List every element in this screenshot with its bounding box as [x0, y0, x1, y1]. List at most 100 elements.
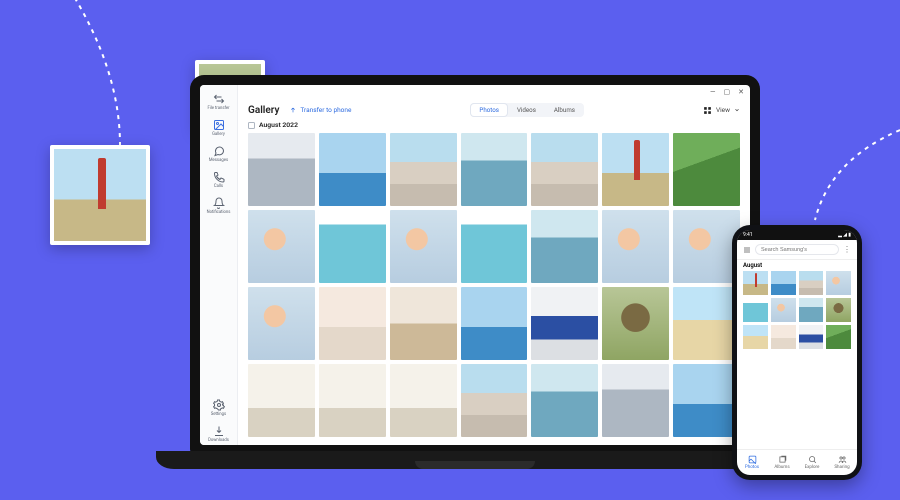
nav-albums[interactable]: Albums — [767, 450, 797, 475]
photo-thumbnail[interactable] — [531, 210, 598, 283]
photo-thumbnail[interactable] — [390, 287, 457, 360]
sidebar-item-filetransfer[interactable]: File transfer — [200, 91, 237, 113]
sidebar-item-gallery[interactable]: Gallery — [200, 117, 237, 139]
photo-thumbnail[interactable] — [461, 210, 528, 283]
tab-albums[interactable]: Albums — [546, 104, 583, 116]
view-label: View — [716, 106, 730, 114]
photo-thumbnail[interactable] — [531, 364, 598, 437]
gallery-icon — [213, 119, 225, 131]
sidebar-item-downloads[interactable]: Downloads — [200, 423, 237, 445]
sidebar-item-notifications[interactable]: Notifications — [200, 195, 237, 217]
sidebar-item-label: Calls — [214, 184, 223, 189]
photo-thumbnail[interactable] — [461, 364, 528, 437]
phone-device: 9:41 ▂ ◢ ▮ ⋮ August Photos Albums Explor… — [732, 225, 862, 480]
transfer-to-phone-button[interactable]: Transfer to phone — [289, 106, 351, 114]
download-icon — [213, 425, 225, 437]
swap-icon — [213, 93, 225, 105]
photo-thumbnail[interactable] — [248, 133, 315, 206]
window-close-button[interactable]: ✕ — [738, 88, 744, 96]
phone-photo-thumbnail[interactable] — [743, 298, 768, 322]
photo-thumbnail[interactable] — [319, 287, 386, 360]
phone-photo-thumbnail[interactable] — [771, 325, 796, 349]
photo-thumbnail[interactable] — [673, 133, 740, 206]
photo-thumbnail[interactable] — [602, 287, 669, 360]
bell-icon — [213, 197, 225, 209]
photo-thumbnail[interactable] — [390, 210, 457, 283]
photo-grid — [238, 133, 750, 445]
sidebar-item-calls[interactable]: Calls — [200, 169, 237, 191]
photo-thumbnail[interactable] — [390, 133, 457, 206]
app-sidebar: File transfer Gallery Messages Calls Not… — [200, 85, 238, 445]
phone-bottom-nav: Photos Albums Explore Sharing — [737, 449, 857, 475]
nav-explore[interactable]: Explore — [797, 450, 827, 475]
tab-videos[interactable]: Videos — [509, 104, 544, 116]
window-minimize-button[interactable]: — — [710, 88, 715, 96]
phone-photo-thumbnail[interactable] — [826, 325, 851, 349]
status-time: 9:41 — [743, 232, 753, 238]
sidebar-item-label: Settings — [211, 412, 226, 417]
transfer-label: Transfer to phone — [300, 106, 351, 114]
phone-screen: 9:41 ▂ ◢ ▮ ⋮ August Photos Albums Explor… — [737, 230, 857, 475]
phone-status-bar: 9:41 ▂ ◢ ▮ — [737, 230, 857, 240]
search-input[interactable] — [755, 244, 839, 255]
gallery-tabs: Photos Videos Albums — [470, 103, 584, 117]
phone-photo-thumbnail[interactable] — [799, 325, 824, 349]
photo-thumbnail[interactable] — [461, 287, 528, 360]
albums-icon — [778, 455, 787, 464]
photo-thumbnail[interactable] — [673, 287, 740, 360]
phone-photo-thumbnail[interactable] — [799, 298, 824, 322]
nav-photos[interactable]: Photos — [737, 450, 767, 475]
phone-photo-thumbnail[interactable] — [826, 271, 851, 295]
month-label: August 2022 — [259, 121, 298, 129]
photo-thumbnail[interactable] — [602, 210, 669, 283]
phone-photo-thumbnail[interactable] — [743, 325, 768, 349]
phone-search-bar: ⋮ — [737, 240, 857, 260]
gear-icon — [213, 399, 225, 411]
photo-thumbnail[interactable] — [319, 133, 386, 206]
tab-photos[interactable]: Photos — [471, 104, 507, 116]
phone-photo-grid — [737, 271, 857, 449]
phone-photo-thumbnail[interactable] — [743, 271, 768, 295]
nav-label: Sharing — [834, 465, 849, 470]
photo-thumbnail[interactable] — [602, 364, 669, 437]
photo-thumbnail[interactable] — [390, 364, 457, 437]
window-maximize-button[interactable]: ▢ — [724, 88, 731, 96]
sidebar-item-messages[interactable]: Messages — [200, 143, 237, 165]
photo-thumbnail[interactable] — [602, 133, 669, 206]
photo-thumbnail[interactable] — [673, 364, 740, 437]
phone-photo-thumbnail[interactable] — [826, 298, 851, 322]
photo-thumbnail[interactable] — [248, 210, 315, 283]
nav-sharing[interactable]: Sharing — [827, 450, 857, 475]
window-titlebar: — ▢ ✕ — [238, 85, 750, 99]
photos-icon — [748, 455, 757, 464]
laptop-device: File transfer Gallery Messages Calls Not… — [190, 75, 760, 455]
sidebar-item-label: Notifications — [207, 210, 231, 215]
phone-photo-thumbnail[interactable] — [771, 271, 796, 295]
menu-icon[interactable] — [743, 246, 751, 254]
phone-icon — [213, 171, 225, 183]
sharing-icon — [838, 455, 847, 464]
status-icons: ▂ ◢ ▮ — [838, 232, 851, 238]
photo-thumbnail[interactable] — [319, 364, 386, 437]
more-icon[interactable]: ⋮ — [843, 245, 851, 254]
sidebar-item-label: File transfer — [207, 106, 229, 111]
photo-thumbnail[interactable] — [461, 133, 528, 206]
photo-thumbnail[interactable] — [248, 364, 315, 437]
photo-thumbnail[interactable] — [531, 287, 598, 360]
view-toggle-button[interactable]: View — [703, 106, 740, 115]
phone-photo-thumbnail[interactable] — [799, 271, 824, 295]
month-section-header: August 2022 — [238, 119, 750, 133]
phone-photo-thumbnail[interactable] — [771, 298, 796, 322]
photo-thumbnail[interactable] — [531, 133, 598, 206]
sidebar-item-settings[interactable]: Settings — [200, 397, 237, 419]
sidebar-item-label: Downloads — [208, 438, 229, 443]
page-title: Gallery — [248, 105, 279, 116]
photo-thumbnail[interactable] — [673, 210, 740, 283]
photo-thumbnail[interactable] — [248, 287, 315, 360]
nav-label: Explore — [805, 465, 820, 470]
select-all-checkbox[interactable] — [248, 122, 255, 129]
app-main: — ▢ ✕ Gallery Transfer to phone Photos V… — [238, 85, 750, 445]
photo-thumbnail[interactable] — [319, 210, 386, 283]
phone-month-label: August — [737, 260, 857, 271]
chat-icon — [213, 145, 225, 157]
